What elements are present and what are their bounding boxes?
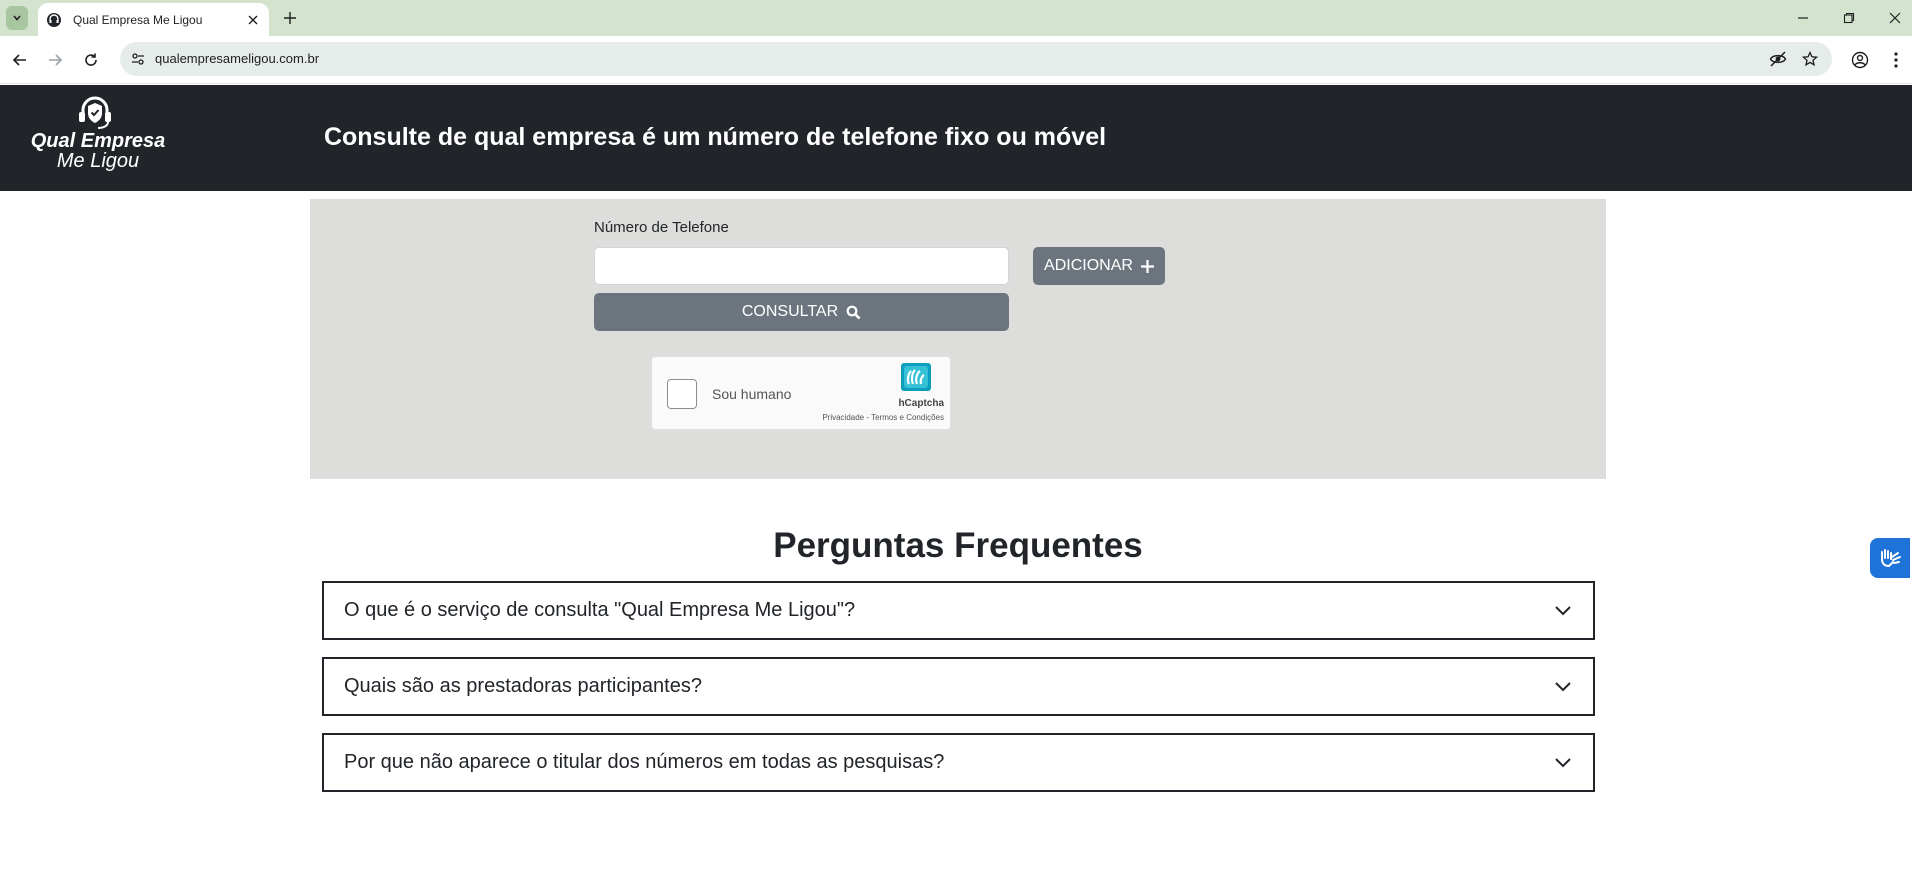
consult-button-label: CONSULTAR xyxy=(741,303,839,320)
star-icon[interactable] xyxy=(1800,49,1820,69)
site-header: Qual Empresa Me Ligou Consulte de qual e… xyxy=(0,85,1912,191)
browser-tab-active[interactable]: Qual Empresa Me Ligou xyxy=(38,3,269,36)
browser-toolbar: qualempresameligou.com.br xyxy=(0,36,1912,84)
add-number-button[interactable]: ADICIONAR xyxy=(1033,247,1165,285)
address-bar[interactable]: qualempresameligou.com.br xyxy=(120,42,1832,76)
captcha-brand: hCaptcha xyxy=(898,398,944,409)
hcaptcha-logo-icon xyxy=(901,363,931,391)
url-text: qualempresameligou.com.br xyxy=(155,51,320,66)
restore-icon[interactable] xyxy=(1834,6,1864,30)
site-info-icon[interactable] xyxy=(128,49,148,69)
more-menu-icon[interactable] xyxy=(1884,48,1908,72)
chevron-down-icon xyxy=(1555,758,1571,768)
profile-icon[interactable] xyxy=(1848,48,1872,72)
faq-item-1[interactable]: O que é o serviço de consulta "Qual Empr… xyxy=(322,581,1595,640)
consult-button[interactable]: CONSULTAR xyxy=(594,293,1009,331)
tab-title: Qual Empresa Me Ligou xyxy=(73,12,203,27)
consult-form-panel: Número de Telefone ADICIONAR CONSULTAR S… xyxy=(310,199,1606,479)
close-icon[interactable] xyxy=(245,12,261,28)
hcaptcha-widget: Sou humano hCaptcha Privacidade - Termos… xyxy=(651,356,951,430)
logo-text-line2: Me Ligou xyxy=(56,150,140,172)
chevron-down-icon xyxy=(13,15,21,21)
browser-tabbar: Qual Empresa Me Ligou xyxy=(0,0,1912,36)
accessibility-button[interactable] xyxy=(1870,538,1910,578)
sign-language-hands-icon xyxy=(1881,549,1901,568)
faq-item-3[interactable]: Por que não aparece o titular dos número… xyxy=(322,733,1595,792)
forward-arrow-icon[interactable] xyxy=(43,48,67,72)
faq-heading: Perguntas Frequentes xyxy=(773,526,1143,565)
search-icon xyxy=(846,305,861,319)
faq-item-2[interactable]: Quais são as prestadoras participantes? xyxy=(322,657,1595,716)
phone-number-label: Número de Telefone xyxy=(594,219,729,236)
page-title: Consulte de qual empresa é um número de … xyxy=(323,123,1107,151)
minimize-icon[interactable] xyxy=(1788,6,1818,30)
back-arrow-icon[interactable] xyxy=(8,48,32,72)
tab-search-button[interactable] xyxy=(6,6,28,30)
reload-icon[interactable] xyxy=(79,48,103,72)
faq-question: O que é o serviço de consulta "Qual Empr… xyxy=(344,599,856,621)
close-window-icon[interactable] xyxy=(1880,6,1910,30)
chevron-down-icon xyxy=(1555,682,1571,692)
captcha-label: Sou humano xyxy=(712,386,792,402)
faq-question: Por que não aparece o titular dos número… xyxy=(344,751,945,773)
chevron-down-icon xyxy=(1555,606,1571,616)
plus-icon xyxy=(1140,259,1154,273)
headset-icon xyxy=(46,12,62,28)
captcha-links[interactable]: Privacidade - Termos e Condições xyxy=(802,413,944,422)
eye-off-icon[interactable] xyxy=(1768,49,1788,69)
add-button-label: ADICIONAR xyxy=(1044,257,1133,274)
plus-icon[interactable] xyxy=(280,8,300,28)
faq-question: Quais são as prestadoras participantes? xyxy=(344,675,702,697)
captcha-checkbox[interactable] xyxy=(667,379,697,409)
phone-number-input[interactable] xyxy=(594,247,1009,285)
